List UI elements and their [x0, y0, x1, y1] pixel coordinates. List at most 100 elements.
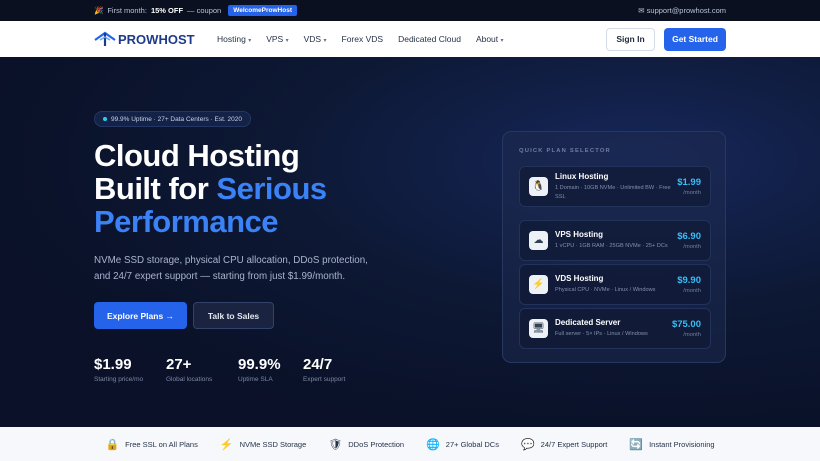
- lock-icon: 🔒: [105, 438, 120, 451]
- server-icon: 🖥: [529, 319, 548, 338]
- plan-info: Linux Hosting 1 Domain · 10GB NVMe · Unl…: [555, 172, 677, 202]
- stat-label: Starting price/mo: [94, 376, 144, 383]
- nav-item-label: About: [475, 34, 499, 44]
- hero-title-highlight: Serious: [216, 171, 327, 206]
- plan-price-period: /month: [683, 190, 701, 196]
- plan-name: Linux Hosting: [555, 171, 609, 181]
- plan-card-vds[interactable]: ⚡ VDS Hosting Physical CPU · NVMe · Linu…: [519, 264, 711, 305]
- plan-info: VDS Hosting Physical CPU · NVMe · Linux …: [555, 274, 677, 295]
- plan-info: VPS Hosting 1 vCPU · 1GB RAM · 25GB NVMe…: [555, 230, 677, 251]
- globe-icon: 🌐: [426, 438, 440, 451]
- stat-value: 99.9%: [238, 356, 281, 373]
- nav-item-forex-vds[interactable]: Forex VDS: [342, 34, 384, 44]
- brand-logo[interactable]: PROWHOST: [94, 31, 214, 47]
- get-started-button[interactable]: Get Started: [664, 27, 726, 51]
- coupon-code-badge[interactable]: WelcomeProwHost: [228, 5, 297, 16]
- feature-label: 27+ Global DCs: [445, 439, 499, 449]
- main-navbar: PROWHOST Hosting ▾ VPS ▾ VDS ▾ Forex VDS…: [0, 21, 820, 57]
- stat-value: 24/7: [303, 356, 333, 373]
- party-icon: 🎉: [94, 6, 104, 15]
- badge-text: 99.9% Uptime · 27+ Data Centers · Est. 2…: [111, 115, 242, 123]
- uptime-badge: 99.9% Uptime · 27+ Data Centers · Est. 2…: [94, 111, 251, 127]
- plan-card-vps[interactable]: ☁ VPS Hosting 1 vCPU · 1GB RAM · 25GB NV…: [519, 220, 711, 261]
- feature-label: Free SSL on All Plans: [125, 439, 198, 449]
- plan-card-linux[interactable]: 🐧 Linux Hosting 1 Domain · 10GB NVMe · U…: [519, 166, 711, 207]
- plan-desc: Physical CPU · NVMe · Linux / Windows: [555, 287, 656, 293]
- plan-price-amount: $1.99: [677, 177, 701, 188]
- linux-icon: 🐧: [529, 177, 548, 196]
- lightning-icon: ⚡: [219, 438, 234, 451]
- explore-plans-button[interactable]: Explore Plans →: [94, 302, 187, 329]
- chevron-down-icon: ▾: [500, 38, 504, 44]
- support-email-link[interactable]: ✉ support@prowhost.com: [638, 6, 726, 15]
- stat-value: $1.99: [94, 356, 132, 373]
- feature-label: NVMe SSD Storage: [239, 439, 307, 449]
- plan-price-amount: $9.90: [677, 275, 701, 286]
- nav-item-vps[interactable]: VPS ▾: [266, 34, 288, 44]
- shield-icon: 🛡: [328, 438, 343, 451]
- hero-subtitle: NVMe SSD storage, physical CPU allocatio…: [94, 255, 368, 282]
- promo-discount: 15% OFF: [150, 6, 184, 15]
- feature-provisioning: 🔄 Instant Provisioning: [629, 438, 714, 451]
- hero-title-line-2: Built for Serious: [94, 172, 327, 205]
- plan-name: VPS Hosting: [555, 230, 604, 239]
- stat-uptime: 99.9% Uptime SLA: [238, 356, 303, 383]
- plan-price-period: /month: [683, 244, 701, 250]
- feature-nvme: ⚡ NVMe SSD Storage: [220, 438, 306, 451]
- talk-to-sales-button[interactable]: Talk to Sales: [193, 302, 274, 329]
- panel-title: QUICK PLAN SELECTOR: [519, 148, 611, 154]
- nav-item-label: Dedicated Cloud: [398, 34, 461, 44]
- hero-title-line-3: Performance: [94, 204, 279, 239]
- feature-ssl: 🔒 Free SSL on All Plans: [105, 438, 197, 451]
- plan-price: $6.90 /month: [677, 231, 701, 250]
- nav-item-label: VDS: [303, 34, 322, 44]
- plan-name: Dedicated Server: [555, 318, 621, 327]
- plan-price-period: /month: [683, 332, 701, 338]
- plan-price-amount: $6.90: [677, 231, 701, 242]
- plan-desc: Full server · 5× IPs · Linux / Windows: [555, 331, 648, 337]
- nav-item-vds[interactable]: VDS ▾: [304, 34, 327, 44]
- stat-value: 27+: [166, 356, 192, 373]
- stat-locations: 27+ Global locations: [166, 356, 238, 383]
- feature-global-dcs: 🌐 27+ Global DCs: [426, 438, 499, 451]
- plan-desc: 1 vCPU · 1GB RAM · 25GB NVMe · 25+ DCs: [555, 243, 668, 249]
- nav-item-label: Hosting: [217, 34, 246, 44]
- logo-mark-icon: [94, 31, 116, 46]
- support-email: support@prowhost.com: [646, 6, 726, 15]
- nav-actions: Sign In Get Started: [606, 27, 726, 51]
- plan-price: $9.90 /month: [677, 275, 701, 294]
- nav-menu: Hosting ▾ VPS ▾ VDS ▾ Forex VDS Dedicate…: [217, 34, 504, 44]
- chevron-down-icon: ▾: [285, 38, 289, 44]
- chevron-down-icon: ▾: [323, 38, 327, 44]
- sign-in-button[interactable]: Sign In: [606, 27, 655, 51]
- promo-banner: 🎉 First month: 15% OFF — coupon WelcomeP…: [94, 5, 297, 16]
- plan-card-dedicated[interactable]: 🖥 Dedicated Server Full server · 5× IPs …: [519, 308, 711, 349]
- feature-ddos: 🛡 DDoS Protection: [328, 438, 404, 451]
- plan-info: Dedicated Server Full server · 5× IPs · …: [555, 318, 672, 339]
- chevron-down-icon: ▾: [248, 38, 252, 44]
- nav-item-hosting[interactable]: Hosting ▾: [217, 34, 251, 44]
- nav-item-dedicated-cloud[interactable]: Dedicated Cloud: [398, 34, 461, 44]
- hero-title-line-1: Cloud Hosting: [94, 138, 300, 173]
- quick-plan-selector: QUICK PLAN SELECTOR 🐧 Linux Hosting 1 Do…: [502, 131, 726, 363]
- feature-label: DDoS Protection: [348, 439, 405, 449]
- stat-label: Uptime SLA: [238, 376, 273, 383]
- lightning-icon: ⚡: [529, 275, 548, 294]
- stat-support: 24/7 Expert support: [303, 356, 375, 383]
- plan-desc: 1 Domain · 10GB NVMe · Unlimited BW · Fr…: [555, 184, 671, 200]
- nav-item-about[interactable]: About ▾: [476, 34, 504, 44]
- stat-starting-price: $1.99 Starting price/mo: [94, 356, 166, 383]
- brand-name: PROWHOST: [118, 31, 195, 47]
- feature-support: 💬 24/7 Expert Support: [521, 438, 607, 451]
- chat-icon: 💬: [520, 438, 535, 451]
- plan-name: VDS Hosting: [555, 274, 604, 283]
- stat-label: Expert support: [303, 376, 346, 383]
- refresh-icon: 🔄: [629, 438, 644, 451]
- hero-title: Cloud Hosting Built for Serious Performa…: [94, 139, 327, 238]
- hero-stats: $1.99 Starting price/mo 27+ Global locatio…: [94, 356, 375, 383]
- promo-suffix: — coupon: [187, 6, 222, 15]
- hero-section: 99.9% Uptime · 27+ Data Centers · Est. 2…: [0, 57, 820, 427]
- promo-prefix: First month:: [107, 6, 147, 15]
- top-announcement-bar: 🎉 First month: 15% OFF — coupon WelcomeP…: [0, 0, 820, 21]
- feature-label: 24/7 Expert Support: [540, 439, 608, 449]
